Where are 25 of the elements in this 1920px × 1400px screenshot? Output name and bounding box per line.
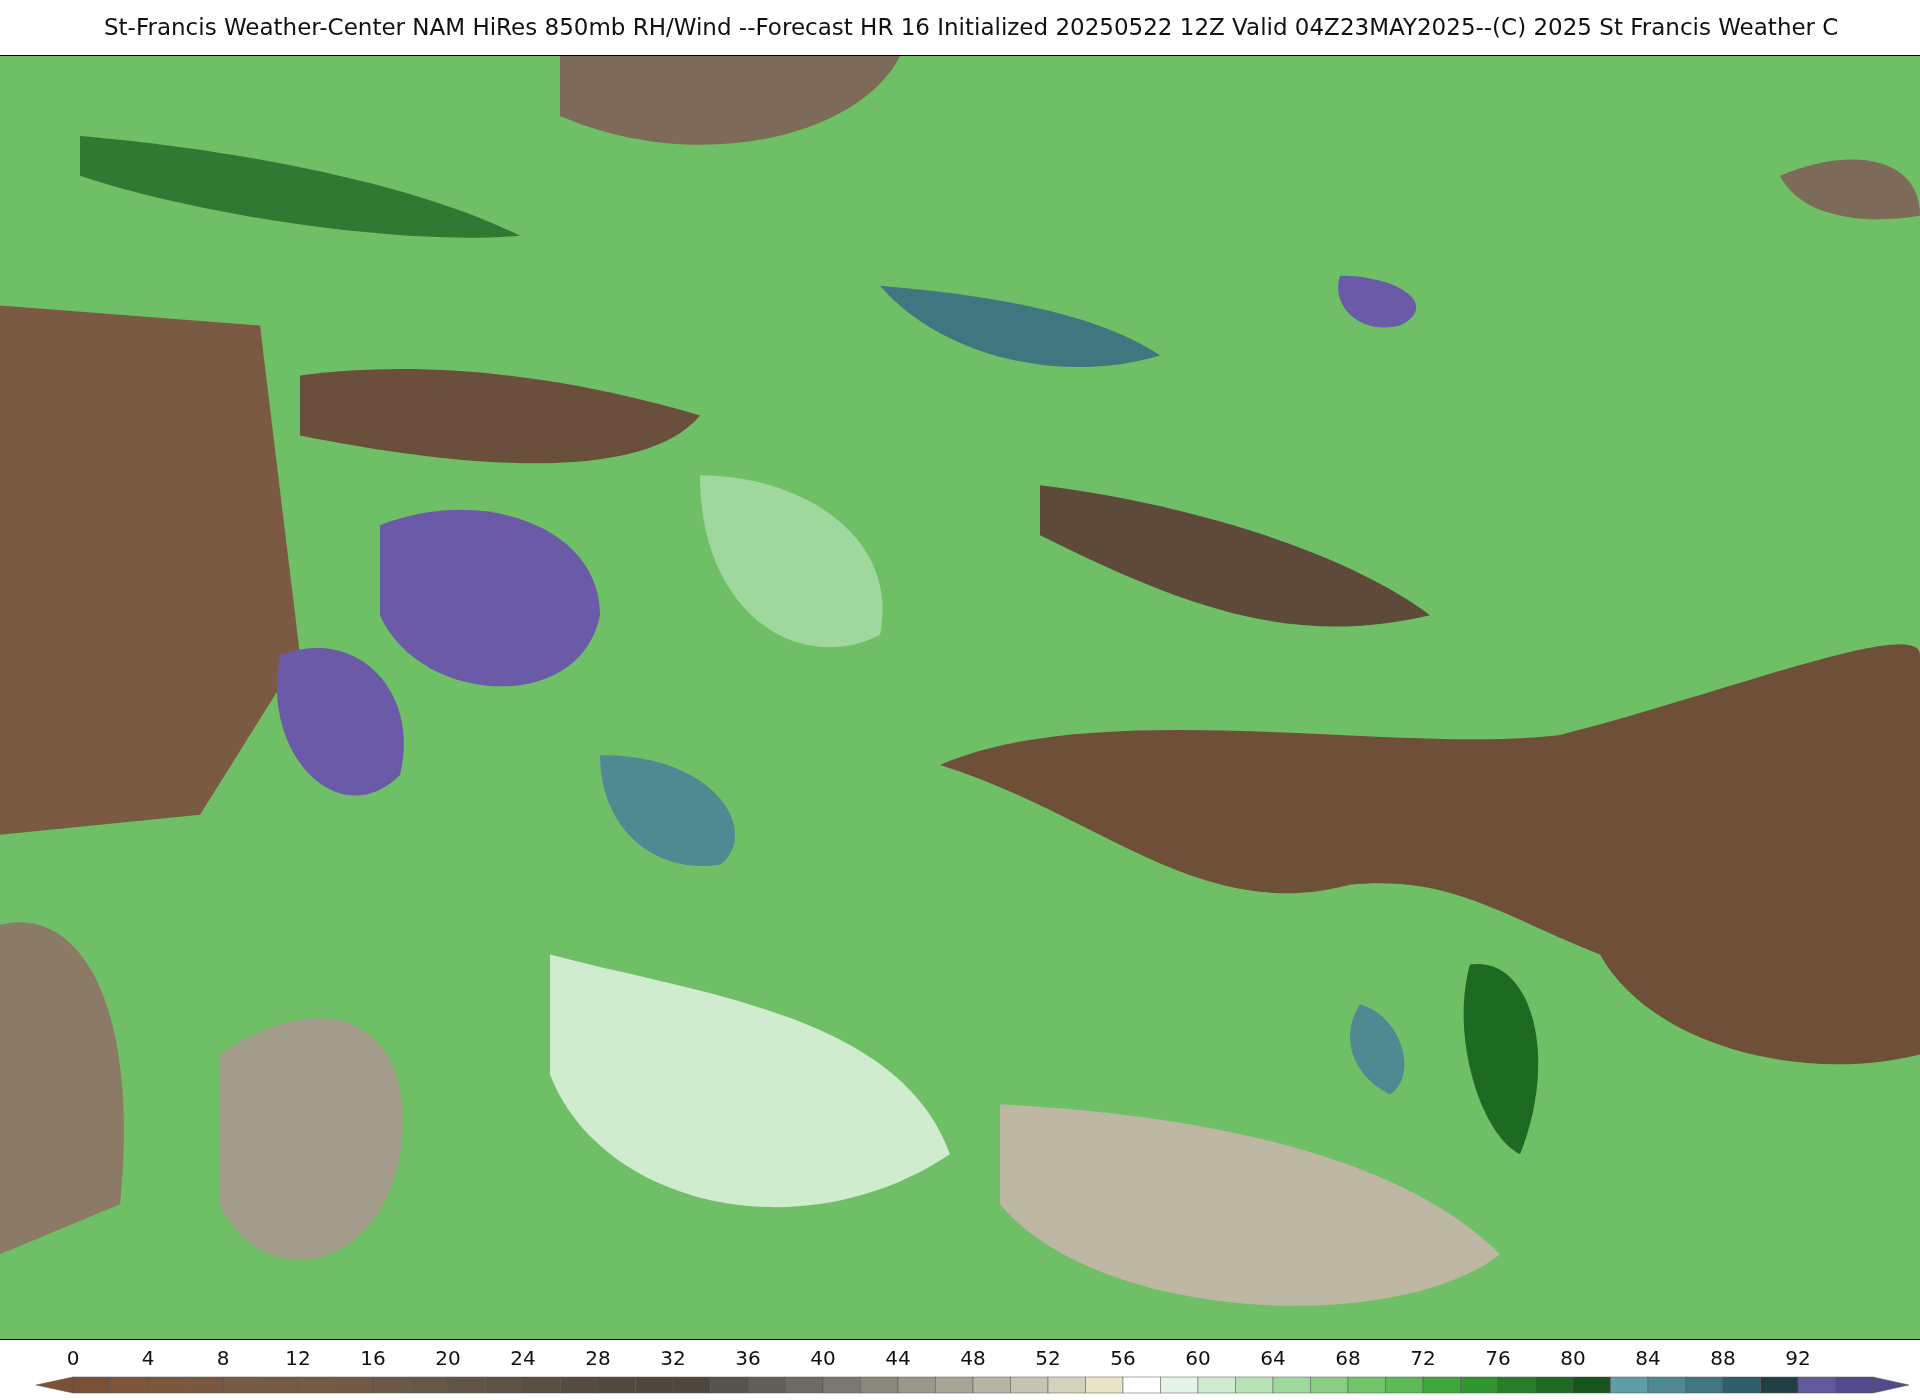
colorbar-tick-label: 4 xyxy=(141,1346,155,1370)
colorbar-tick-label: 92 xyxy=(1785,1346,1811,1370)
colorbar-tick-label: 48 xyxy=(960,1346,986,1370)
colorbar-tick-label: 40 xyxy=(810,1346,836,1370)
colorbar-tick-label: 24 xyxy=(510,1346,536,1370)
colorbar-tick-label: 20 xyxy=(435,1346,461,1370)
colorbar-tick-label: 68 xyxy=(1335,1346,1361,1370)
colorbar-tick-label: 76 xyxy=(1485,1346,1511,1370)
colorbar-tick-label: 12 xyxy=(285,1346,311,1370)
colorbar-tick-label: 28 xyxy=(585,1346,611,1370)
colorbar-tick-label: 52 xyxy=(1035,1346,1061,1370)
colorbar-tick-label: 88 xyxy=(1710,1346,1736,1370)
colorbar-tick-label: 60 xyxy=(1185,1346,1211,1370)
colorbar-tick-label: 72 xyxy=(1410,1346,1436,1370)
colorbar-tick-label: 8 xyxy=(216,1346,230,1370)
colorbar-tick-label: 44 xyxy=(885,1346,911,1370)
map-title: St-Francis Weather-Center NAM HiRes 850mb RH/Wind --Forecast HR 16 Initialized 20250522 12Z Valid 04Z23MAY2025--(C) 2025 St Francis Weather C xyxy=(103,13,1840,42)
colorbar-tick-label: 80 xyxy=(1560,1346,1586,1370)
colorbar-tick-label: 64 xyxy=(1260,1346,1286,1370)
colorbar-tick-label: 84 xyxy=(1635,1346,1661,1370)
colorbar-tick-label: 36 xyxy=(735,1346,761,1370)
colorbar-tick-label: 56 xyxy=(1110,1346,1136,1370)
colorbar-tick-label: 16 xyxy=(360,1346,386,1370)
colorbar-tick-label: 0 xyxy=(66,1346,80,1370)
colorbar-tick-label: 32 xyxy=(660,1346,686,1370)
